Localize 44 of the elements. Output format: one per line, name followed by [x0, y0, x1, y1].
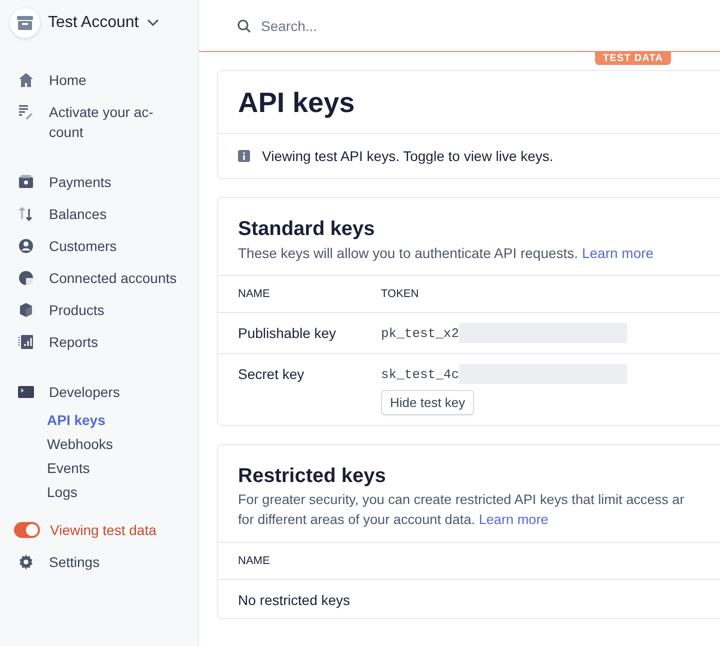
products-icon	[18, 302, 34, 318]
nav-item[interactable]: Payments	[10, 166, 112, 198]
customers-icon	[18, 238, 34, 254]
nav-subitem[interactable]: API keys	[47, 408, 106, 432]
token-text: pk_test_x2	[381, 326, 460, 340]
section-description: For greater security, you can create restricted API keys that limit access ar for different areas of your account data. Learn more	[238, 491, 686, 529]
section-title: Restricted keys	[238, 465, 387, 488]
toggle-label: Viewing test data	[50, 521, 156, 540]
store-icon	[10, 8, 40, 38]
notice-text: Viewing test API keys. Toggle to view live keys.	[262, 148, 554, 164]
nav-item[interactable]: Balances	[10, 198, 107, 230]
nav-item[interactable]: Developers	[10, 376, 120, 408]
nav-item[interactable]: Connected accounts	[10, 262, 177, 294]
page-title: API keys	[218, 71, 720, 134]
nav-subitem[interactable]: Webhooks	[47, 432, 113, 456]
hide-key-button[interactable]: Hide test key	[381, 390, 474, 415]
column-header: TOKEN	[381, 288, 419, 300]
toggle-switch[interactable]	[14, 522, 40, 538]
nav-item[interactable]: Activate your ac- count	[10, 96, 154, 148]
key-name: Secret key	[238, 365, 306, 384]
nav-item[interactable]: Home	[10, 64, 86, 96]
test-data-badge: TEST DATA	[595, 52, 672, 65]
learn-more-link[interactable]: Learn more	[582, 245, 654, 261]
column-header: NAME	[238, 555, 270, 567]
nav-subitem[interactable]: Logs	[47, 480, 78, 504]
nav-item[interactable]: Settings	[10, 546, 100, 578]
section-title: Standard keys	[238, 218, 376, 241]
settings-icon	[18, 554, 34, 570]
empty-message: No restricted keys	[238, 591, 350, 610]
chevron-down-icon	[146, 19, 159, 27]
column-header: NAME	[238, 288, 271, 300]
token-text: sk_test_4c	[381, 366, 460, 382]
nav-item[interactable]: Reports	[10, 326, 98, 358]
section-description: These keys will allow you to authenticate API requests. Learn more	[238, 244, 655, 263]
search-icon	[237, 18, 251, 32]
nav-item[interactable]: Customers	[10, 230, 117, 262]
learn-more-link[interactable]: Learn more	[478, 512, 548, 527]
nav-subitem[interactable]: Events	[47, 456, 90, 480]
key-name: Publishable key	[238, 324, 338, 343]
account-switcher[interactable]: Test Account	[48, 14, 159, 32]
home-icon	[18, 72, 34, 88]
info-icon	[238, 150, 250, 162]
nav-item[interactable]: Products	[10, 294, 104, 326]
reports-icon	[18, 334, 34, 350]
